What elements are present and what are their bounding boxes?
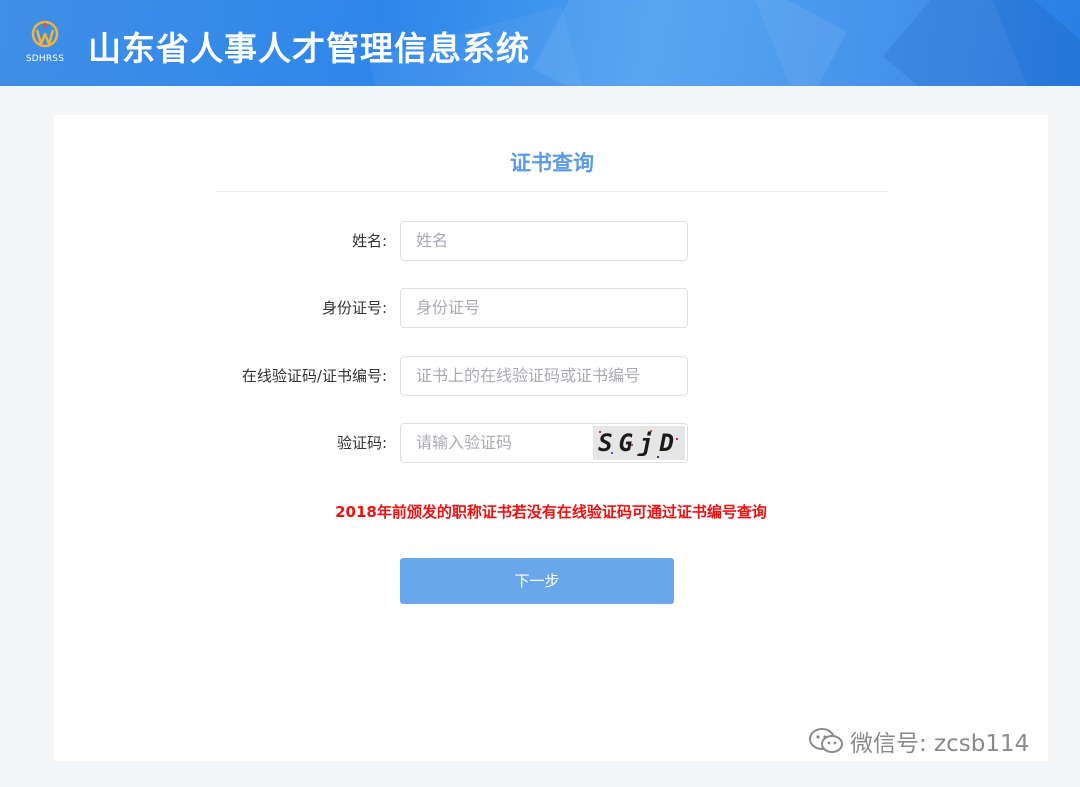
- name-label: 姓名:: [351, 232, 387, 250]
- watermark-text: 微信号: zcsb114: [850, 731, 1030, 757]
- wechat-watermark: 微信号: zcsb114: [808, 725, 1029, 757]
- form-title: 证书查询: [216, 147, 888, 192]
- name-row: 姓名: 姓名: [54, 221, 1048, 261]
- cert-code-input[interactable]: 证书上的在线验证码或证书编号: [400, 356, 688, 396]
- captcha-image[interactable]: SGjD: [593, 426, 685, 460]
- cert-code-row: 在线验证码/证书编号: 证书上的在线验证码或证书编号: [54, 356, 1048, 396]
- captcha-label: 验证码:: [336, 434, 387, 452]
- logo-emblem-icon: [31, 20, 59, 48]
- cert-code-label: 在线验证码/证书编号:: [241, 367, 387, 385]
- id-number-placeholder: 身份证号: [416, 298, 481, 317]
- id-number-input[interactable]: 身份证号: [400, 288, 688, 328]
- id-number-row: 身份证号: 身份证号: [54, 288, 1048, 328]
- captcha-input[interactable]: 请输入验证码 SGjD: [400, 423, 688, 463]
- name-placeholder: 姓名: [416, 231, 449, 250]
- name-input[interactable]: 姓名: [400, 221, 688, 261]
- captcha-row: 验证码: 请输入验证码 SGjD: [54, 423, 1048, 463]
- logo-text: SDHRSS: [25, 54, 65, 64]
- captcha-code: SGjD: [598, 429, 680, 457]
- sdhrss-logo: SDHRSS: [24, 20, 66, 70]
- captcha-placeholder: 请输入验证码: [416, 433, 513, 452]
- cert-code-placeholder: 证书上的在线验证码或证书编号: [416, 366, 641, 385]
- id-number-label: 身份证号:: [321, 299, 387, 317]
- next-step-button[interactable]: 下一步: [400, 558, 674, 604]
- notice-text: 2018年前颁发的职称证书若没有在线验证码可通过证书编号查询: [335, 503, 767, 521]
- query-card: 证书查询 姓名: 姓名 身份证号: 身份证号 在线验证码/证书编号: 证书上的在…: [54, 115, 1048, 761]
- app-title: 山东省人事人才管理信息系统: [88, 29, 530, 68]
- header-banner: SDHRSS 山东省人事人才管理信息系统: [0, 0, 1080, 86]
- wechat-icon: [809, 728, 843, 753]
